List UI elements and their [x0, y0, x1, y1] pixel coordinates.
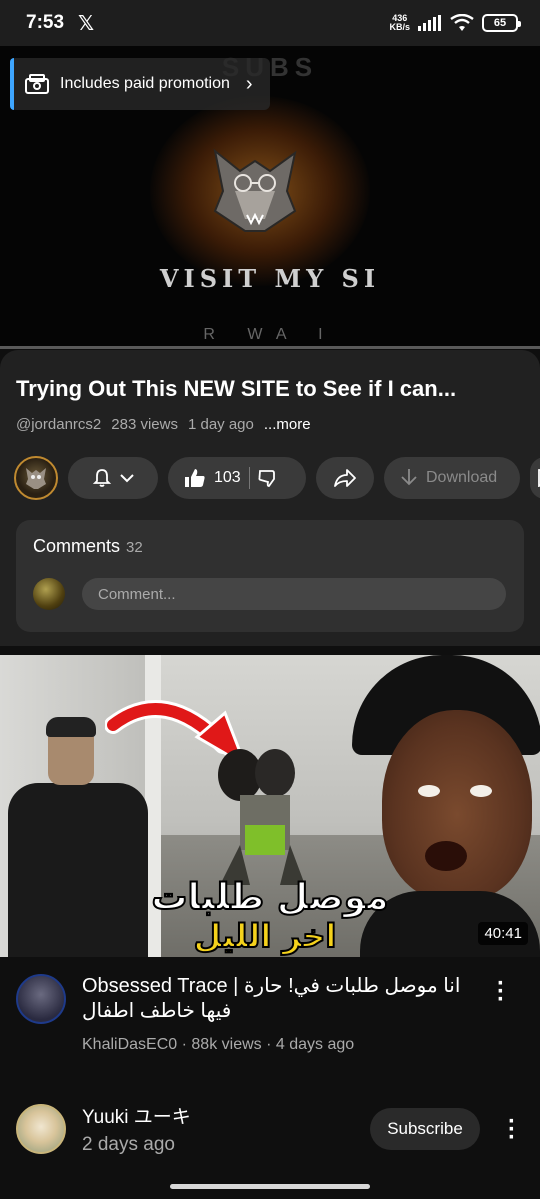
notification-bell-button[interactable]	[68, 457, 158, 499]
download-icon	[401, 469, 417, 486]
chevron-down-icon	[120, 474, 134, 483]
battery-level: 65	[493, 17, 507, 29]
share-button[interactable]	[316, 457, 374, 499]
comment-placeholder: Comment...	[98, 585, 176, 603]
video-progress-bar[interactable]	[0, 346, 540, 349]
comments-header: Comments 32	[33, 536, 143, 557]
paid-promotion-chip[interactable]: Includes paid promotion ›	[10, 58, 270, 110]
thumb-caption-line2: اخر الليل	[193, 916, 338, 956]
paid-promotion-label: Includes paid promotion	[60, 75, 230, 92]
yuuki-post-time: 2 days ago	[82, 1134, 175, 1155]
comment-input[interactable]: Comment...	[82, 578, 506, 610]
overlay-bottom-text: R WA I	[203, 326, 337, 343]
wolf-logo-icon	[213, 148, 297, 232]
more-link[interactable]: ...more	[264, 416, 311, 433]
channel-row[interactable]: Yuuki ユーキ 2 days ago Subscribe · · ·	[0, 1098, 540, 1168]
recommended-video-thumbnail[interactable]: موصل طلبات اخر الليل 40:41	[0, 655, 540, 957]
recommended-video-title[interactable]: Obsessed Trace | انا موصل طلبات في! حارة…	[82, 974, 482, 1024]
view-count: 283 views	[111, 416, 178, 433]
download-button[interactable]: Download	[384, 457, 520, 499]
x-app-icon: 𝕏	[78, 12, 95, 35]
video-meta: @jordanrcs2 283 views 1 day ago ...more	[16, 416, 311, 433]
wolf-avatar-icon	[26, 468, 46, 489]
comments-count: 32	[126, 539, 143, 556]
recommended-channel-avatar[interactable]	[16, 974, 66, 1024]
video-player[interactable]: SUBS VISIT MY SI R WA I Includes paid pr…	[0, 46, 540, 348]
video-info-panel: Trying Out This NEW SITE to See if I can…	[0, 350, 540, 646]
dislike-icon[interactable]	[258, 468, 278, 488]
video-title[interactable]: Trying Out This NEW SITE to See if I can…	[16, 376, 526, 402]
thumb-streamer-face	[382, 710, 532, 900]
thumb-caption-line1: موصل طلبات	[150, 876, 389, 919]
download-label: Download	[426, 469, 498, 486]
subscribe-label: Subscribe	[387, 1119, 463, 1138]
battery-icon: 65	[482, 14, 521, 32]
like-divider	[248, 467, 250, 489]
paid-promotion-icon	[25, 74, 49, 94]
like-count[interactable]: 103	[214, 469, 241, 487]
yuuki-channel-name[interactable]: Yuuki ユーキ	[82, 1102, 191, 1129]
thumb-streamer-eye-left	[418, 785, 440, 797]
yuuki-channel-avatar[interactable]	[16, 1104, 66, 1154]
thumb-streamer-eye-right	[470, 785, 492, 797]
comments-section[interactable]: Comments 32 Comment...	[16, 520, 524, 632]
bell-icon	[92, 469, 112, 487]
network-speed-unit: KB/s	[389, 22, 410, 32]
wifi-icon	[450, 14, 474, 31]
promo-accent-bar	[10, 58, 14, 110]
home-indicator[interactable]	[170, 1184, 370, 1189]
comments-label: Comments	[33, 536, 121, 556]
signal-icon	[418, 15, 441, 31]
status-time: 7:53	[26, 12, 65, 33]
channel-handle[interactable]: @jordanrcs2	[16, 416, 101, 433]
recommended-view-count: 88k views	[191, 1036, 262, 1053]
like-dislike-group: 103	[168, 457, 306, 499]
overlay-visit-text: VISIT MY SI	[159, 264, 381, 293]
status-icons: 436 KB/s 65	[389, 14, 521, 32]
channel-avatar[interactable]	[14, 456, 58, 500]
more-options-icon[interactable]: · · ·	[491, 972, 511, 1012]
recommended-video-info[interactable]: Obsessed Trace | انا موصل طلبات في! حارة…	[0, 970, 540, 1066]
user-avatar	[33, 578, 65, 610]
recommended-video-meta: KhaliDasEC0 · 88k views · 4 days ago	[82, 1036, 354, 1054]
action-bar: 103 Download	[14, 456, 540, 500]
recommended-upload-age: 4 days ago	[275, 1036, 355, 1053]
thumb-streamer-mouth	[425, 841, 467, 871]
save-button-partial[interactable]	[530, 457, 540, 499]
network-speed: 436 KB/s	[389, 14, 410, 32]
meta-separator: ·	[266, 1036, 276, 1053]
recommended-channel-name: KhaliDasEC0	[82, 1036, 178, 1053]
thumb-creature	[218, 749, 305, 885]
video-duration-badge: 40:41	[478, 922, 528, 945]
upload-age: 1 day ago	[187, 416, 254, 433]
chevron-right-icon: ›	[245, 72, 253, 95]
thumb-character-body	[8, 783, 148, 957]
share-icon	[334, 469, 356, 487]
like-icon[interactable]	[184, 468, 206, 488]
subscribe-button[interactable]: Subscribe	[370, 1108, 480, 1150]
meta-separator: ·	[181, 1036, 192, 1053]
channel-more-options-icon[interactable]: · · ·	[502, 1110, 522, 1150]
status-bar: 7:53 𝕏 436 KB/s 65	[0, 0, 540, 46]
thumb-character-hair	[46, 717, 96, 737]
